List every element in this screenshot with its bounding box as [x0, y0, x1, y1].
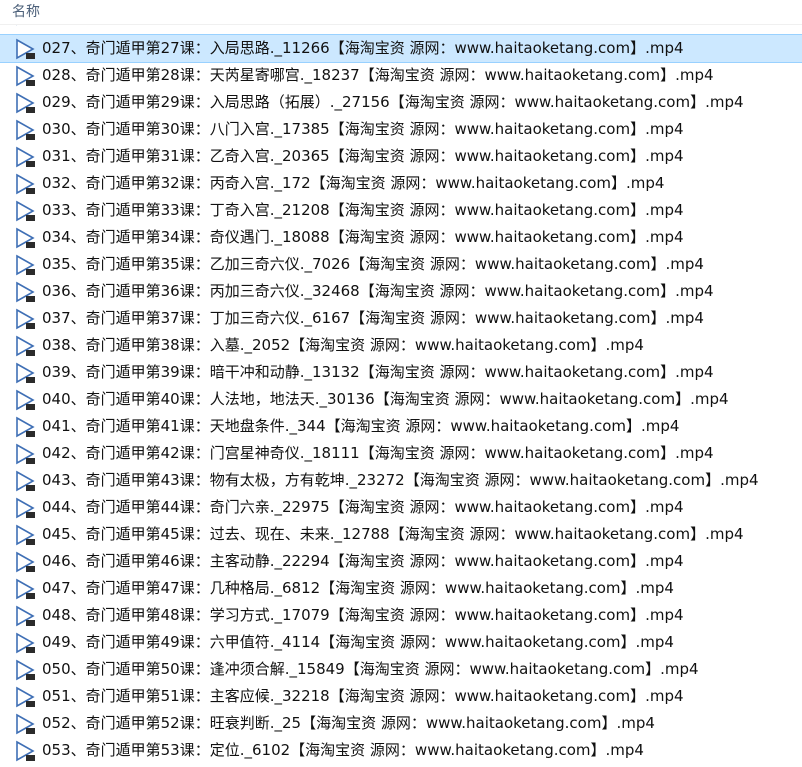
file-row[interactable]: 051、奇门遁甲第51课：主客应候._32218【海淘宝资 源网：www.hai… — [0, 683, 802, 710]
column-header: ^ 名称 — [0, 0, 802, 25]
file-name: 031、奇门遁甲第31课：乙奇入宫._20365【海淘宝资 源网：www.hai… — [42, 147, 684, 165]
video-file-icon — [16, 470, 35, 491]
video-file-icon — [16, 632, 35, 653]
file-row[interactable]: 035、奇门遁甲第35课：乙加三奇六仪._7026【海淘宝资 源网：www.ha… — [0, 251, 802, 278]
video-file-icon — [16, 227, 35, 248]
file-row[interactable]: 050、奇门遁甲第50课：逢冲须合解._15849【海淘宝资 源网：www.ha… — [0, 656, 802, 683]
video-file-icon — [16, 686, 35, 707]
name-column-header[interactable]: 名称 — [12, 3, 40, 21]
file-name: 044、奇门遁甲第44课：奇门六亲._22975【海淘宝资 源网：www.hai… — [42, 498, 684, 516]
file-name: 038、奇门遁甲第38课：入墓._2052【海淘宝资 源网：www.haitao… — [42, 336, 644, 354]
video-file-icon — [16, 200, 35, 221]
file-name: 034、奇门遁甲第34课：奇仪遇门._18088【海淘宝资 源网：www.hai… — [42, 228, 684, 246]
file-row[interactable]: 027、奇门遁甲第27课：入局思路._11266【海淘宝资 源网：www.hai… — [0, 34, 802, 63]
file-name: 030、奇门遁甲第30课：八门入宫._17385【海淘宝资 源网：www.hai… — [42, 120, 684, 138]
file-name: 032、奇门遁甲第32课：丙奇入宫._172【海淘宝资 源网：www.haita… — [42, 174, 665, 192]
file-name: 027、奇门遁甲第27课：入局思路._11266【海淘宝资 源网：www.hai… — [42, 39, 684, 57]
video-file-icon — [16, 497, 35, 518]
video-file-icon — [16, 38, 35, 59]
file-row[interactable]: 042、奇门遁甲第42课：门宫星神奇仪._18111【海淘宝资 源网：www.h… — [0, 440, 802, 467]
file-name: 049、奇门遁甲第49课：六甲值符._4114【海淘宝资 源网：www.hait… — [42, 633, 674, 651]
file-row[interactable]: 029、奇门遁甲第29课：入局思路（拓展）._27156【海淘宝资 源网：www… — [0, 89, 802, 116]
file-name: 052、奇门遁甲第52课：旺衰判断._25【海淘宝资 源网：www.haitao… — [42, 714, 655, 732]
video-file-icon — [16, 92, 35, 113]
file-row[interactable]: 040、奇门遁甲第40课：人法地，地法天._30136【海淘宝资 源网：www.… — [0, 386, 802, 413]
file-name: 043、奇门遁甲第43课：物有太极，方有乾坤._23272【海淘宝资 源网：ww… — [42, 471, 759, 489]
video-file-icon — [16, 362, 35, 383]
file-row[interactable]: 053、奇门遁甲第53课：定位._6102【海淘宝资 源网：www.haitao… — [0, 737, 802, 764]
video-file-icon — [16, 443, 35, 464]
file-row[interactable]: 052、奇门遁甲第52课：旺衰判断._25【海淘宝资 源网：www.haitao… — [0, 710, 802, 737]
file-name: 036、奇门遁甲第36课：丙加三奇六仪._32468【海淘宝资 源网：www.h… — [42, 282, 714, 300]
file-row[interactable]: 039、奇门遁甲第39课：暗干冲和动静._13132【海淘宝资 源网：www.h… — [0, 359, 802, 386]
file-row[interactable]: 038、奇门遁甲第38课：入墓._2052【海淘宝资 源网：www.haitao… — [0, 332, 802, 359]
file-row[interactable]: 041、奇门遁甲第41课：天地盘条件._344【海淘宝资 源网：www.hait… — [0, 413, 802, 440]
file-row[interactable]: 033、奇门遁甲第33课：丁奇入宫._21208【海淘宝资 源网：www.hai… — [0, 197, 802, 224]
file-name: 046、奇门遁甲第46课：主客动静._22294【海淘宝资 源网：www.hai… — [42, 552, 684, 570]
sort-indicator[interactable]: ^ — [398, 0, 406, 7]
file-name: 053、奇门遁甲第53课：定位._6102【海淘宝资 源网：www.haitao… — [42, 741, 644, 759]
file-name: 041、奇门遁甲第41课：天地盘条件._344【海淘宝资 源网：www.hait… — [42, 417, 680, 435]
file-row[interactable]: 048、奇门遁甲第48课：学习方式._17079【海淘宝资 源网：www.hai… — [0, 602, 802, 629]
video-file-icon — [16, 551, 35, 572]
file-name: 050、奇门遁甲第50课：逢冲须合解._15849【海淘宝资 源网：www.ha… — [42, 660, 699, 678]
file-row[interactable]: 031、奇门遁甲第31课：乙奇入宫._20365【海淘宝资 源网：www.hai… — [0, 143, 802, 170]
file-row[interactable]: 036、奇门遁甲第36课：丙加三奇六仪._32468【海淘宝资 源网：www.h… — [0, 278, 802, 305]
file-row[interactable]: 030、奇门遁甲第30课：八门入宫._17385【海淘宝资 源网：www.hai… — [0, 116, 802, 143]
file-name: 029、奇门遁甲第29课：入局思路（拓展）._27156【海淘宝资 源网：www… — [42, 93, 744, 111]
file-name: 042、奇门遁甲第42课：门宫星神奇仪._18111【海淘宝资 源网：www.h… — [42, 444, 714, 462]
video-file-icon — [16, 308, 35, 329]
file-name: 028、奇门遁甲第28课：天芮星寄哪宫._18237【海淘宝资 源网：www.h… — [42, 66, 714, 84]
video-file-icon — [16, 740, 35, 761]
video-file-icon — [16, 416, 35, 437]
file-row[interactable]: 043、奇门遁甲第43课：物有太极，方有乾坤._23272【海淘宝资 源网：ww… — [0, 467, 802, 494]
file-name: 047、奇门遁甲第47课：几种格局._6812【海淘宝资 源网：www.hait… — [42, 579, 674, 597]
video-file-icon — [16, 65, 35, 86]
file-row[interactable]: 034、奇门遁甲第34课：奇仪遇门._18088【海淘宝资 源网：www.hai… — [0, 224, 802, 251]
file-name: 040、奇门遁甲第40课：人法地，地法天._30136【海淘宝资 源网：www.… — [42, 390, 729, 408]
file-name: 035、奇门遁甲第35课：乙加三奇六仪._7026【海淘宝资 源网：www.ha… — [42, 255, 704, 273]
file-row[interactable]: 028、奇门遁甲第28课：天芮星寄哪宫._18237【海淘宝资 源网：www.h… — [0, 62, 802, 89]
file-row[interactable]: 047、奇门遁甲第47课：几种格局._6812【海淘宝资 源网：www.hait… — [0, 575, 802, 602]
file-name: 037、奇门遁甲第37课：丁加三奇六仪._6167【海淘宝资 源网：www.ha… — [42, 309, 704, 327]
video-file-icon — [16, 146, 35, 167]
video-file-icon — [16, 335, 35, 356]
video-file-icon — [16, 659, 35, 680]
file-row[interactable]: 045、奇门遁甲第45课：过去、现在、未来._12788【海淘宝资 源网：www… — [0, 521, 802, 548]
file-list: 027、奇门遁甲第27课：入局思路._11266【海淘宝资 源网：www.hai… — [0, 34, 802, 764]
video-file-icon — [16, 605, 35, 626]
file-name: 048、奇门遁甲第48课：学习方式._17079【海淘宝资 源网：www.hai… — [42, 606, 684, 624]
video-file-icon — [16, 254, 35, 275]
video-file-icon — [16, 578, 35, 599]
file-row[interactable]: 032、奇门遁甲第32课：丙奇入宫._172【海淘宝资 源网：www.haita… — [0, 170, 802, 197]
file-row[interactable]: 037、奇门遁甲第37课：丁加三奇六仪._6167【海淘宝资 源网：www.ha… — [0, 305, 802, 332]
video-file-icon — [16, 281, 35, 302]
file-name: 039、奇门遁甲第39课：暗干冲和动静._13132【海淘宝资 源网：www.h… — [42, 363, 714, 381]
file-name: 045、奇门遁甲第45课：过去、现在、未来._12788【海淘宝资 源网：www… — [42, 525, 744, 543]
video-file-icon — [16, 524, 35, 545]
file-row[interactable]: 046、奇门遁甲第46课：主客动静._22294【海淘宝资 源网：www.hai… — [0, 548, 802, 575]
file-name: 051、奇门遁甲第51课：主客应候._32218【海淘宝资 源网：www.hai… — [42, 687, 684, 705]
video-file-icon — [16, 389, 35, 410]
file-name: 033、奇门遁甲第33课：丁奇入宫._21208【海淘宝资 源网：www.hai… — [42, 201, 684, 219]
video-file-icon — [16, 173, 35, 194]
video-file-icon — [16, 713, 35, 734]
file-row[interactable]: 044、奇门遁甲第44课：奇门六亲._22975【海淘宝资 源网：www.hai… — [0, 494, 802, 521]
video-file-icon — [16, 119, 35, 140]
file-row[interactable]: 049、奇门遁甲第49课：六甲值符._4114【海淘宝资 源网：www.hait… — [0, 629, 802, 656]
